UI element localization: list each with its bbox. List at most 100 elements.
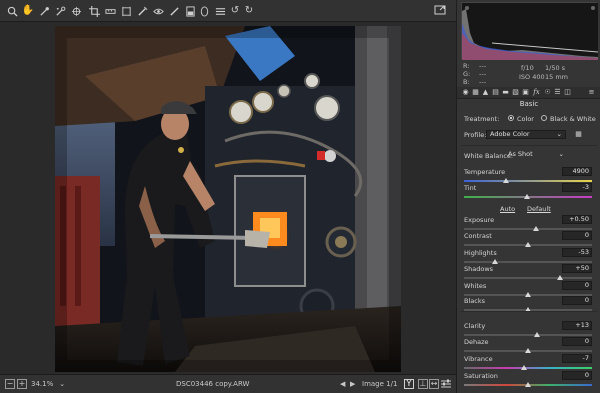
previous-image-button[interactable]: ◀ bbox=[340, 378, 345, 390]
divider bbox=[461, 311, 597, 312]
rotate-left-icon[interactable]: ↺ bbox=[228, 4, 242, 18]
slider-track-temperature[interactable] bbox=[464, 178, 592, 183]
before-after-y-button[interactable]: Y bbox=[404, 378, 414, 390]
slider-label-blacks: Blacks bbox=[464, 297, 485, 305]
slider-label-vibrance: Vibrance bbox=[464, 355, 493, 363]
histogram[interactable] bbox=[461, 2, 599, 60]
white-balance-select[interactable]: As Shot ⌄ bbox=[505, 151, 567, 160]
top-toolbar: ✋ ↺ ↻ bbox=[0, 0, 456, 22]
next-image-button[interactable]: ▶ bbox=[350, 378, 355, 390]
slider-thumb-tint[interactable] bbox=[523, 194, 530, 199]
rotate-right-icon[interactable]: ↻ bbox=[242, 4, 256, 18]
slider-thumb-saturation[interactable] bbox=[525, 382, 531, 387]
panel-tabs: ◉ ▦ ▲ ▤ ▬ ▧ ▣ fx ☉ ☰ ◫ ≡ bbox=[457, 87, 600, 99]
zoom-level-select[interactable]: 34.1% ⌄ bbox=[31, 378, 65, 390]
slider-value-contrast[interactable]: 0 bbox=[562, 231, 592, 240]
tab-tone-curve-icon[interactable]: ▦ bbox=[471, 88, 480, 97]
slider-track-contrast[interactable] bbox=[464, 242, 592, 247]
slider-value-temperature[interactable]: 4900 bbox=[562, 167, 592, 176]
slider-label-clarity: Clarity bbox=[464, 322, 486, 330]
slider-thumb-shadows[interactable] bbox=[557, 275, 563, 280]
tab-detail-icon[interactable]: ▲ bbox=[481, 88, 490, 97]
graduated-filter-icon[interactable] bbox=[183, 4, 197, 18]
slider-value-vibrance[interactable]: -7 bbox=[562, 354, 592, 363]
chevron-down-icon: ⌄ bbox=[558, 150, 564, 158]
zoom-in-button[interactable]: + bbox=[17, 378, 27, 390]
slider-track-exposure[interactable] bbox=[464, 226, 592, 231]
auto-button[interactable]: Auto bbox=[500, 205, 515, 213]
slider-thumb-exposure[interactable] bbox=[532, 226, 539, 231]
tab-effects-icon[interactable]: fx bbox=[532, 88, 541, 97]
color-sampler-tool-icon[interactable] bbox=[53, 4, 67, 18]
slider-track-vibrance[interactable] bbox=[464, 365, 592, 370]
slider-value-whites[interactable]: 0 bbox=[562, 281, 592, 290]
slider-thumb-clarity[interactable] bbox=[533, 332, 540, 337]
slider-label-contrast: Contrast bbox=[464, 232, 492, 240]
view-settings-icon[interactable] bbox=[441, 378, 451, 390]
hand-tool-icon[interactable]: ✋ bbox=[21, 4, 35, 18]
tab-basic-icon[interactable]: ◉ bbox=[461, 88, 470, 97]
slider-value-saturation[interactable]: 0 bbox=[562, 371, 592, 380]
slider-track-tint[interactable] bbox=[464, 194, 592, 199]
straighten-tool-icon[interactable] bbox=[103, 4, 117, 18]
slider-value-highlights[interactable]: -53 bbox=[562, 248, 592, 257]
slider-track-highlights[interactable] bbox=[464, 259, 592, 264]
spot-removal-tool-icon[interactable] bbox=[135, 4, 149, 18]
filename-label: DSC03446 copy.ARW bbox=[176, 380, 250, 388]
adjustments-panel: R: --- G: --- B: --- f/10 1/50 s ISO 400… bbox=[456, 0, 600, 393]
slider-value-clarity[interactable]: +13 bbox=[562, 321, 592, 330]
zoom-out-button[interactable]: − bbox=[5, 378, 15, 390]
radial-filter-icon[interactable] bbox=[197, 4, 211, 18]
image-counter: Image 1/1 bbox=[362, 380, 398, 388]
slider-track-shadows[interactable] bbox=[464, 275, 592, 280]
white-balance-tool-icon[interactable] bbox=[37, 4, 51, 18]
adjustment-brush-icon[interactable] bbox=[167, 4, 181, 18]
transform-tool-icon[interactable] bbox=[119, 4, 133, 18]
crop-tool-icon[interactable] bbox=[87, 4, 101, 18]
panel-menu-icon[interactable]: ≡ bbox=[587, 88, 596, 97]
fullscreen-toggle-icon[interactable] bbox=[434, 4, 448, 18]
tab-lens-corrections-icon[interactable]: ▧ bbox=[511, 88, 520, 97]
before-after-split-icon[interactable]: ⊥ bbox=[418, 378, 428, 390]
red-value: --- bbox=[479, 62, 487, 70]
slider-label-shadows: Shadows bbox=[464, 265, 494, 273]
profile-browser-grid-icon[interactable]: ▦ bbox=[574, 130, 583, 139]
slider-track-clarity[interactable] bbox=[464, 332, 592, 337]
tab-split-toning-icon[interactable]: ▬ bbox=[501, 88, 510, 97]
zoom-tool-icon[interactable] bbox=[5, 4, 19, 18]
preferences-list-icon[interactable] bbox=[213, 4, 227, 18]
slider-thumb-dehaze[interactable] bbox=[525, 348, 531, 353]
slider-value-dehaze[interactable]: 0 bbox=[562, 337, 592, 346]
red-eye-tool-icon[interactable] bbox=[151, 4, 165, 18]
minus-icon: − bbox=[5, 379, 15, 389]
image-canvas[interactable] bbox=[0, 22, 456, 374]
slider-track-saturation[interactable] bbox=[464, 382, 592, 387]
tab-snapshots-icon[interactable]: ◫ bbox=[563, 88, 572, 97]
shutter-value: 1/50 s bbox=[545, 64, 566, 72]
slider-label-temperature: Temperature bbox=[464, 168, 506, 176]
slider-thumb-highlights[interactable] bbox=[491, 259, 498, 264]
tab-hsl-icon[interactable]: ▤ bbox=[491, 88, 500, 97]
default-button[interactable]: Default bbox=[527, 205, 551, 213]
before-after-swap-icon[interactable]: ↔ bbox=[429, 378, 439, 390]
slider-thumb-contrast[interactable] bbox=[525, 242, 531, 247]
tab-transform-icon[interactable]: ▣ bbox=[521, 88, 530, 97]
zoom-level-value: 34.1% bbox=[31, 380, 54, 388]
treatment-color-radio[interactable] bbox=[508, 115, 514, 121]
slider-value-blacks[interactable]: 0 bbox=[562, 296, 592, 305]
slider-value-tint[interactable]: -3 bbox=[562, 183, 592, 192]
tab-presets-icon[interactable]: ☰ bbox=[553, 88, 562, 97]
slider-thumb-temperature[interactable] bbox=[503, 178, 510, 183]
targeted-adjustment-tool-icon[interactable] bbox=[69, 4, 83, 18]
slider-track-dehaze[interactable] bbox=[464, 348, 592, 353]
tab-calibration-icon[interactable]: ☉ bbox=[543, 88, 552, 97]
profile-select[interactable]: Adobe Color ⌄ bbox=[486, 130, 566, 139]
slider-thumb-whites[interactable] bbox=[525, 292, 531, 297]
divider bbox=[461, 145, 597, 146]
aperture-value: f/10 bbox=[521, 64, 534, 72]
slider-value-exposure[interactable]: +0.50 bbox=[562, 215, 592, 224]
slider-label-highlights: Highlights bbox=[464, 249, 497, 257]
slider-value-shadows[interactable]: +50 bbox=[562, 264, 592, 273]
treatment-bw-radio[interactable] bbox=[541, 115, 547, 121]
slider-thumb-vibrance[interactable] bbox=[521, 365, 528, 370]
